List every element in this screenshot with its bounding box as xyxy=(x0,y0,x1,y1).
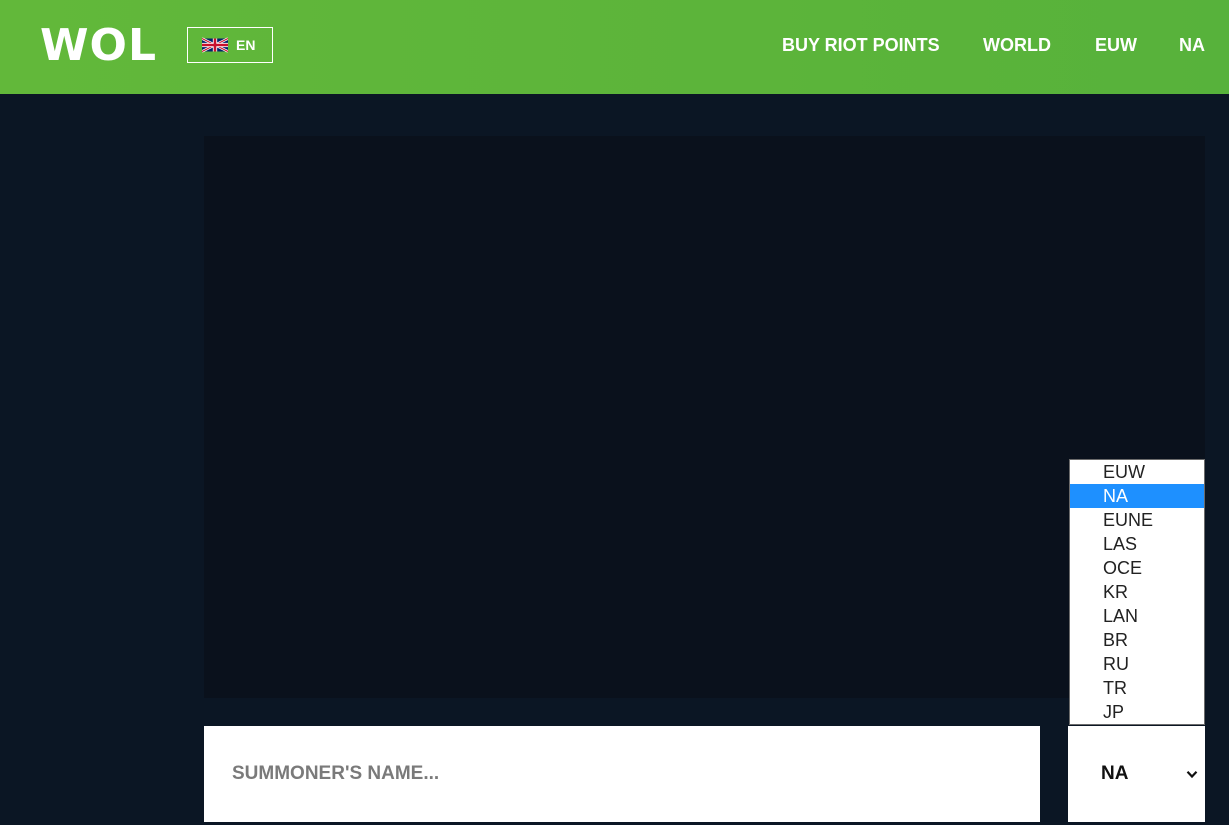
video-banner-area xyxy=(204,136,1205,698)
region-option-oce[interactable]: OCE xyxy=(1070,556,1204,580)
region-option-kr[interactable]: KR xyxy=(1070,580,1204,604)
region-dropdown-list: EUW NA EUNE LAS OCE KR LAN BR RU TR JP xyxy=(1069,459,1205,725)
uk-flag-icon xyxy=(202,37,228,53)
nav-na[interactable]: NA xyxy=(1179,35,1205,57)
nav-world[interactable]: WORLD xyxy=(983,35,1051,57)
region-option-euw[interactable]: EUW xyxy=(1070,460,1204,484)
language-selector-button[interactable]: EN xyxy=(187,27,273,63)
region-option-lan[interactable]: LAN xyxy=(1070,604,1204,628)
language-label: EN xyxy=(236,37,256,53)
region-option-br[interactable]: BR xyxy=(1070,628,1204,652)
nav-buy-riot-points[interactable]: BUY RIOT POINTS xyxy=(782,35,940,57)
region-select[interactable]: NA xyxy=(1068,726,1205,822)
site-header: WOL EN BUY RIOT POINTS WORLD EUW NA xyxy=(0,0,1229,94)
region-option-eune[interactable]: EUNE xyxy=(1070,508,1204,532)
nav-euw[interactable]: EUW xyxy=(1095,35,1137,57)
region-option-jp[interactable]: JP xyxy=(1070,700,1204,724)
region-select-value: NA xyxy=(1101,763,1129,784)
region-option-tr[interactable]: TR xyxy=(1070,676,1204,700)
region-option-las[interactable]: LAS xyxy=(1070,532,1204,556)
chevron-down-icon xyxy=(1186,766,1198,784)
region-option-na[interactable]: NA xyxy=(1070,484,1204,508)
region-option-ru[interactable]: RU xyxy=(1070,652,1204,676)
site-logo[interactable]: WOL xyxy=(40,22,157,70)
summoner-name-input[interactable] xyxy=(204,726,1040,822)
